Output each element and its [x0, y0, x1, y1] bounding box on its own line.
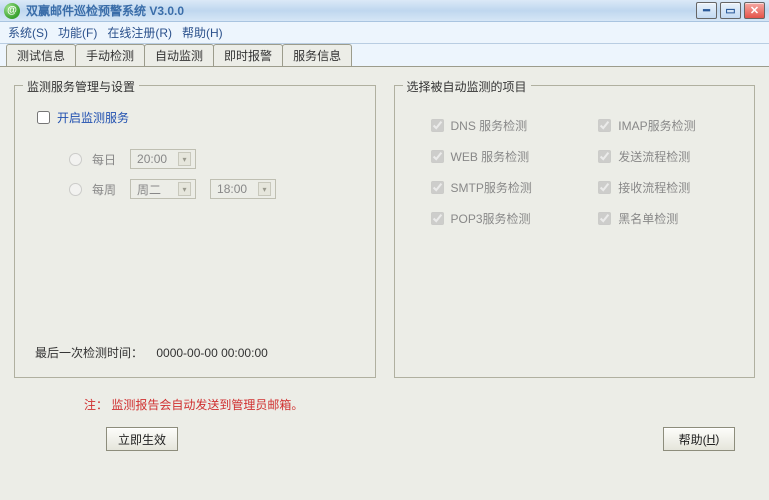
radio-weekly-wrap[interactable]: 每周: [69, 181, 116, 198]
combo-daily-time[interactable]: 20:00 ▾: [130, 149, 196, 169]
combo-weekday-value: 周二: [137, 181, 161, 198]
combo-weekly-time-value: 18:00: [217, 182, 247, 196]
close-button[interactable]: ✕: [744, 2, 765, 19]
menu-system[interactable]: 系统(S): [8, 24, 48, 41]
tab-service[interactable]: 服务信息: [282, 44, 352, 66]
group-monitor-settings: 监测服务管理与设置 开启监测服务 每日 20:00 ▾: [14, 85, 376, 378]
chk-imap[interactable]: IMAP服务检测: [594, 116, 734, 135]
chk-send-label: 发送流程检测: [618, 148, 690, 165]
chevron-down-icon: ▾: [178, 182, 191, 196]
chk-web[interactable]: WEB 服务检测: [427, 147, 567, 166]
chk-send-box[interactable]: [598, 150, 611, 163]
combo-weekday[interactable]: 周二 ▾: [130, 179, 196, 199]
chk-recv-box[interactable]: [598, 181, 611, 194]
chk-blacklist-label: 黑名单检测: [618, 210, 678, 227]
app-icon: @: [4, 3, 20, 19]
tab-manual[interactable]: 手动检测: [75, 44, 145, 66]
help-button-label: 帮助(: [679, 431, 707, 448]
tabbar: 测试信息 手动检测 自动监测 即时报警 服务信息: [0, 44, 769, 66]
group-monitor-items: 选择被自动监测的项目 DNS 服务检测 IMAP服务检测 WEB 服务检测 发送…: [394, 85, 756, 378]
group-items-legend: 选择被自动监测的项目: [403, 78, 531, 95]
apply-button[interactable]: 立即生效: [106, 427, 178, 451]
chevron-down-icon: ▾: [258, 182, 271, 196]
tab-test[interactable]: 测试信息: [6, 44, 76, 66]
combo-weekly-time[interactable]: 18:00 ▾: [210, 179, 276, 199]
chk-pop3[interactable]: POP3服务检测: [427, 209, 567, 228]
apply-button-label: 立即生效: [118, 431, 166, 448]
help-button[interactable]: 帮助(H): [663, 427, 735, 451]
enable-monitor-checkbox[interactable]: [37, 111, 50, 124]
note-text: 注： 监测报告会自动发送到管理员邮箱。: [84, 396, 755, 413]
chk-smtp-label: SMTP服务检测: [451, 179, 532, 196]
chk-web-label: WEB 服务检测: [451, 148, 530, 165]
radio-daily-wrap[interactable]: 每日: [69, 151, 116, 168]
chk-smtp-box[interactable]: [431, 181, 444, 194]
chk-imap-box[interactable]: [598, 119, 611, 132]
group-monitor-legend: 监测服务管理与设置: [23, 78, 139, 95]
radio-weekly[interactable]: [69, 183, 82, 196]
radio-daily-label: 每日: [92, 151, 116, 168]
chk-send[interactable]: 发送流程检测: [594, 147, 734, 166]
radio-daily[interactable]: [69, 153, 82, 166]
titlebar: @ 双赢邮件巡检预警系统 V3.0.0 ━ ▭ ✕: [0, 0, 769, 22]
help-button-hotkey: H: [707, 432, 716, 446]
chk-recv[interactable]: 接收流程检测: [594, 178, 734, 197]
window-title: 双赢邮件巡检预警系统 V3.0.0: [26, 2, 693, 19]
chevron-down-icon: ▾: [178, 152, 191, 166]
chk-recv-label: 接收流程检测: [618, 179, 690, 196]
menu-help[interactable]: 帮助(H): [182, 24, 223, 41]
minimize-button[interactable]: ━: [696, 2, 717, 19]
last-check-label: 最后一次检测时间：: [35, 346, 143, 360]
content-panel: 监测服务管理与设置 开启监测服务 每日 20:00 ▾: [0, 66, 769, 500]
last-check-value: 0000-00-00 00:00:00: [156, 346, 267, 360]
maximize-button[interactable]: ▭: [720, 2, 741, 19]
chk-pop3-label: POP3服务检测: [451, 210, 531, 227]
chk-smtp[interactable]: SMTP服务检测: [427, 178, 567, 197]
chk-web-box[interactable]: [431, 150, 444, 163]
help-button-end: ): [715, 432, 719, 446]
chk-blacklist-box[interactable]: [598, 212, 611, 225]
chk-dns-box[interactable]: [431, 119, 444, 132]
tab-auto[interactable]: 自动监测: [144, 44, 214, 66]
last-check-row: 最后一次检测时间： 0000-00-00 00:00:00: [35, 344, 268, 361]
chk-pop3-box[interactable]: [431, 212, 444, 225]
menu-register[interactable]: 在线注册(R): [107, 24, 172, 41]
chk-dns[interactable]: DNS 服务检测: [427, 116, 567, 135]
radio-weekly-label: 每周: [92, 181, 116, 198]
enable-monitor-label: 开启监测服务: [57, 109, 129, 126]
chk-imap-label: IMAP服务检测: [618, 117, 695, 134]
chk-blacklist[interactable]: 黑名单检测: [594, 209, 734, 228]
chk-dns-label: DNS 服务检测: [451, 117, 528, 134]
menubar: 系统(S) 功能(F) 在线注册(R) 帮助(H): [0, 22, 769, 44]
menu-function[interactable]: 功能(F): [58, 24, 97, 41]
tab-realtime[interactable]: 即时报警: [213, 44, 283, 66]
combo-daily-time-value: 20:00: [137, 152, 167, 166]
